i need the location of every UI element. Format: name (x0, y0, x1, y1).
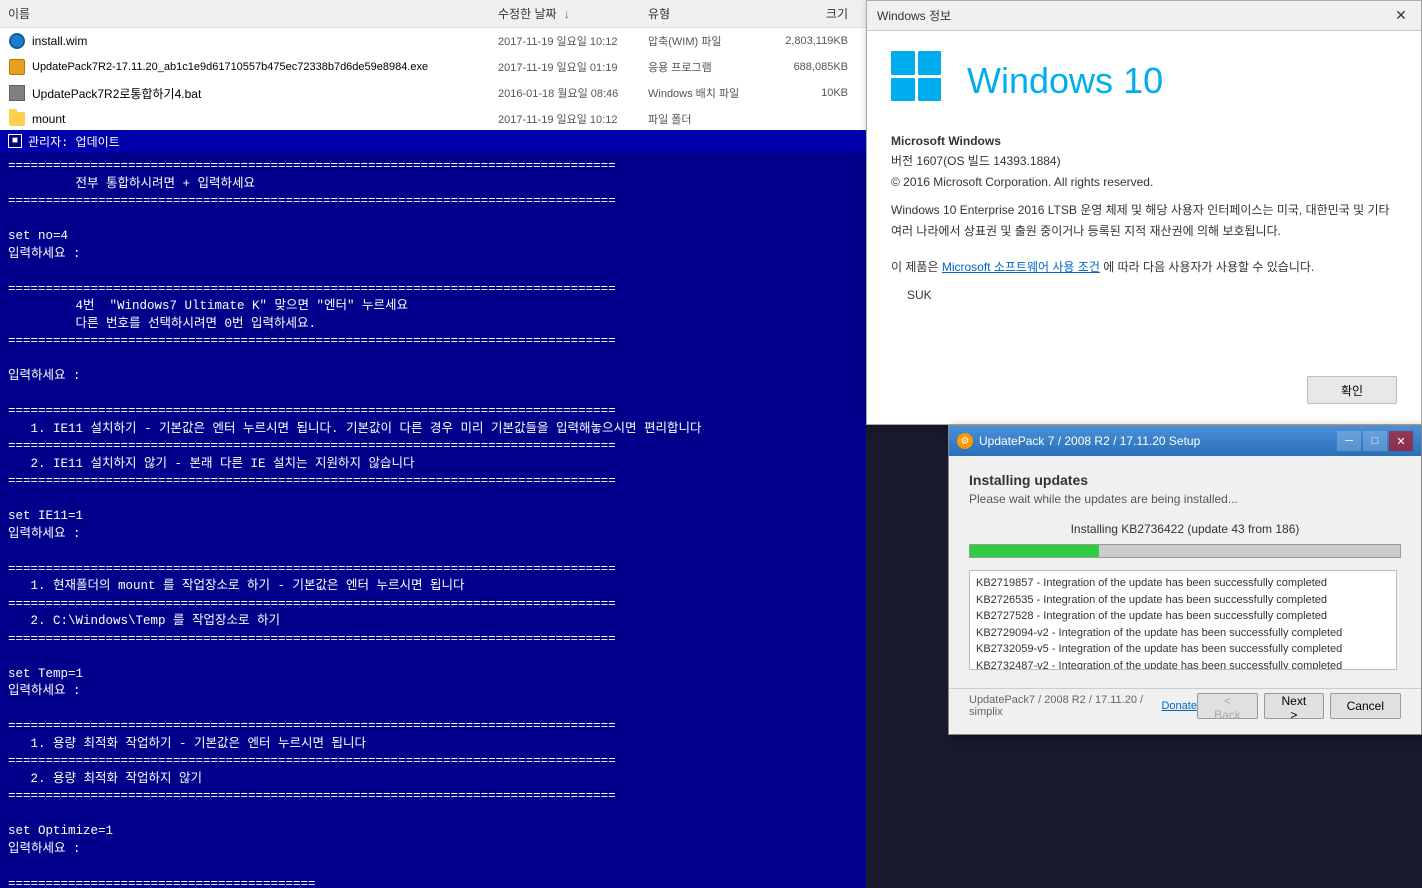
cmd-content: ========================================… (0, 152, 866, 888)
win-info-titlebar: Windows 정보 ✕ (867, 1, 1421, 31)
file-name: install.wim (32, 34, 87, 48)
update-current-status: Installing KB2736422 (update 43 from 186… (969, 522, 1401, 536)
titlebar-controls: ─ □ ✕ (1337, 431, 1413, 451)
file-row[interactable]: install.wim 2017-11-19 일요일 10:12 압축(WIM)… (0, 28, 866, 54)
col-name-header[interactable]: 이름 (8, 5, 498, 22)
file-type: 응용 프로그램 (648, 59, 768, 75)
update-dialog: ⚙ UpdatePack 7 / 2008 R2 / 17.11.20 Setu… (948, 425, 1422, 735)
win-info-text: Microsoft Windows 버전 1607(OS 빌드 14393.18… (891, 131, 1397, 306)
installing-subtitle: Please wait while the updates are being … (969, 492, 1401, 506)
col-date-header[interactable]: 수정한 날짜 ↓ (498, 5, 648, 22)
update-dialog-title: UpdatePack 7 / 2008 R2 / 17.11.20 Setup (979, 434, 1200, 448)
file-name: mount (32, 112, 65, 126)
file-name: UpdatePack7R2로통합하기4.bat (32, 85, 201, 102)
win-info-content: Windows 10 Microsoft Windows 버전 1607(OS … (867, 31, 1421, 326)
file-size: 688,085KB (768, 61, 848, 73)
progress-bar-container (969, 544, 1401, 558)
cmd-icon: ■ (8, 134, 22, 148)
update-log[interactable]: KB2719857 - Integration of the update ha… (969, 570, 1397, 670)
win-info-title: Windows 정보 (877, 7, 951, 24)
license-link[interactable]: Microsoft 소프트웨어 사용 조건 (942, 260, 1100, 274)
windows-info-panel: Windows 정보 ✕ Windows 10 Microsoft Window… (866, 0, 1422, 425)
file-date: 2016-01-18 월요일 08:46 (498, 85, 648, 101)
file-type: 압축(WIM) 파일 (648, 33, 768, 49)
col-type-header[interactable]: 유형 (648, 5, 768, 22)
wim-icon (8, 32, 26, 50)
update-footer: UpdatePack7 / 2008 R2 / 17.11.20 / simpl… (949, 688, 1421, 727)
update-icon: ⚙ (957, 433, 973, 449)
file-size: 2,803,119KB (768, 35, 848, 47)
col-size-header[interactable]: 크기 (768, 5, 848, 22)
win10-logo-icon (891, 51, 951, 111)
cmd-title: 관리자: 업데이트 (28, 133, 120, 150)
minimize-button[interactable]: ─ (1337, 431, 1361, 451)
progress-bar-fill (970, 545, 1099, 557)
donate-link[interactable]: Donate (1161, 700, 1196, 712)
close-button[interactable]: ✕ (1389, 431, 1413, 451)
cancel-button[interactable]: Cancel (1330, 693, 1401, 719)
file-type: Windows 배치 파일 (648, 85, 768, 101)
file-type: 파일 폴더 (648, 111, 768, 127)
sort-arrow-icon: ↓ (564, 7, 570, 21)
back-button[interactable]: < Back (1197, 693, 1258, 719)
file-explorer: 이름 수정한 날짜 ↓ 유형 크기 install.wim 2017-11-19… (0, 0, 866, 130)
win-info-ok-button[interactable]: 확인 (1307, 376, 1397, 404)
update-buttons: < Back Next > Cancel (1197, 693, 1401, 719)
cmd-titlebar: ■ 관리자: 업데이트 (0, 130, 866, 152)
next-button[interactable]: Next > (1264, 693, 1324, 719)
update-titlebar-left: ⚙ UpdatePack 7 / 2008 R2 / 17.11.20 Setu… (957, 433, 1200, 449)
update-footer-text: UpdatePack7 / 2008 R2 / 17.11.20 / simpl… (969, 694, 1161, 718)
file-row[interactable]: mount 2017-11-19 일요일 10:12 파일 폴더 (0, 106, 866, 132)
file-row[interactable]: UpdatePack7R2-17.11.20_ab1c1e9d61710557b… (0, 54, 866, 80)
installing-title: Installing updates (969, 472, 1401, 488)
update-content: Installing updates Please wait while the… (949, 456, 1421, 688)
win10-logo: Windows 10 (891, 51, 1397, 111)
folder-icon (8, 110, 26, 128)
win10-logo-text: Windows 10 (967, 60, 1163, 102)
win-info-close-button[interactable]: ✕ (1391, 6, 1411, 26)
file-name: UpdatePack7R2-17.11.20_ab1c1e9d61710557b… (32, 61, 428, 73)
file-size: 10KB (768, 87, 848, 99)
file-date: 2017-11-19 일요일 10:12 (498, 33, 648, 49)
update-titlebar: ⚙ UpdatePack 7 / 2008 R2 / 17.11.20 Setu… (949, 426, 1421, 456)
exe-icon (8, 58, 26, 76)
file-row[interactable]: UpdatePack7R2로통합하기4.bat 2016-01-18 월요일 0… (0, 80, 866, 106)
maximize-button[interactable]: □ (1363, 431, 1387, 451)
bat-icon (8, 84, 26, 102)
file-explorer-header: 이름 수정한 날짜 ↓ 유형 크기 (0, 0, 866, 28)
cmd-window: ■ 관리자: 업데이트 ============================… (0, 130, 866, 888)
file-date: 2017-11-19 일요일 01:19 (498, 59, 648, 75)
file-date: 2017-11-19 일요일 10:12 (498, 111, 648, 127)
